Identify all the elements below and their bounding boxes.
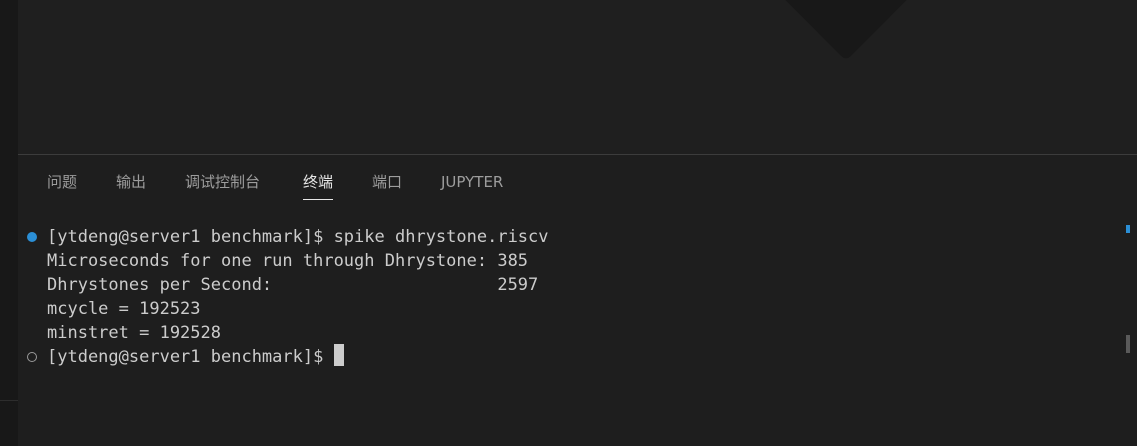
tab-ports[interactable]: 端口 bbox=[372, 172, 402, 194]
terminal-prompt: [ytdeng@server1 benchmark]$ bbox=[47, 347, 334, 367]
bottom-panel: 问题 输出 调试控制台 终端 端口 JUPYTER [ytdeng@server… bbox=[18, 155, 1137, 446]
vscode-watermark-logo bbox=[775, 0, 917, 61]
scrollbar-thumb[interactable] bbox=[1126, 335, 1130, 353]
activity-divider bbox=[0, 400, 18, 401]
tab-jupyter[interactable]: JUPYTER bbox=[441, 172, 503, 194]
command-success-icon[interactable] bbox=[27, 232, 37, 242]
tab-output[interactable]: 输出 bbox=[116, 172, 146, 194]
panel-tabs: 问题 输出 调试控制台 终端 端口 JUPYTER bbox=[18, 155, 1137, 209]
terminal-line: Dhrystones per Second: 2597 bbox=[47, 275, 539, 295]
terminal-line: [ytdeng@server1 benchmark]$ spike dhryst… bbox=[47, 227, 549, 247]
terminal-line: mcycle = 192523 bbox=[47, 299, 201, 319]
editor-area bbox=[18, 0, 1137, 154]
vscode-window: 问题 输出 调试控制台 终端 端口 JUPYTER [ytdeng@server… bbox=[0, 0, 1137, 446]
terminal-prompt-line: [ytdeng@server1 benchmark]$ bbox=[47, 344, 344, 369]
terminal-cursor bbox=[333, 344, 344, 366]
terminal-view[interactable]: [ytdeng@server1 benchmark]$ spike dhryst… bbox=[18, 225, 1130, 446]
tab-problems[interactable]: 问题 bbox=[47, 172, 77, 194]
activity-bar-edge bbox=[0, 0, 18, 446]
scrollbar-marker bbox=[1126, 225, 1130, 233]
terminal-line: Microseconds for one run through Dhrysto… bbox=[47, 251, 529, 271]
terminal-line: minstret = 192528 bbox=[47, 323, 221, 343]
tab-debug-console[interactable]: 调试控制台 bbox=[185, 172, 260, 194]
tab-terminal[interactable]: 终端 bbox=[303, 172, 334, 200]
command-pending-icon[interactable] bbox=[27, 352, 37, 362]
